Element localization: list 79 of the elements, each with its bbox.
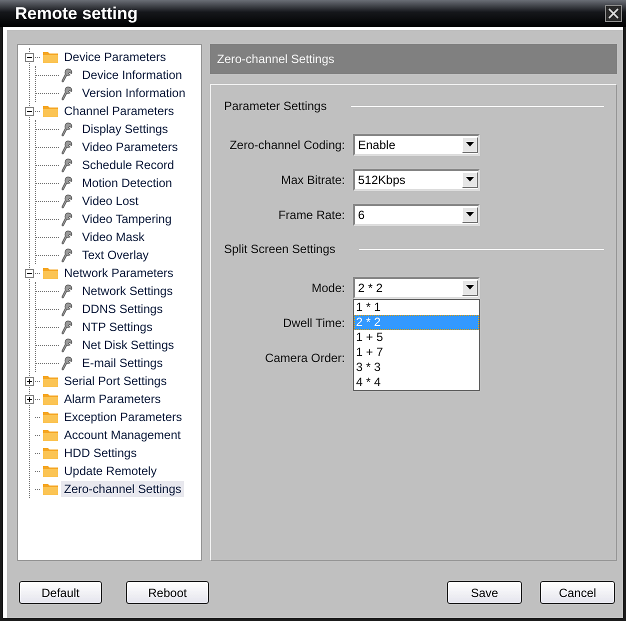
folder-icon bbox=[42, 104, 59, 118]
collapse-icon[interactable] bbox=[25, 268, 34, 278]
tree-item[interactable]: Video Parameters bbox=[79, 139, 181, 155]
collapse-icon[interactable] bbox=[25, 52, 34, 62]
tree-item[interactable]: Account Management bbox=[61, 427, 184, 443]
wrench-icon bbox=[61, 122, 73, 136]
tree-item[interactable]: Video Tampering bbox=[79, 211, 175, 227]
panel-title: Zero-channel Settings bbox=[217, 52, 334, 66]
dialog-button[interactable]: Default bbox=[19, 581, 102, 604]
tree-item[interactable]: Schedule Record bbox=[79, 157, 178, 173]
tree-item[interactable]: DDNS Settings bbox=[79, 301, 166, 317]
tree-item[interactable]: Exception Parameters bbox=[61, 409, 186, 425]
tree-item[interactable]: Update Remotely bbox=[61, 463, 160, 479]
dropdown[interactable]: Enable bbox=[353, 134, 480, 156]
section-title: Parameter Settings bbox=[224, 99, 327, 113]
tree-item[interactable]: Version Information bbox=[79, 85, 188, 101]
tree-item[interactable]: Alarm Parameters bbox=[61, 391, 164, 407]
folder-icon bbox=[42, 464, 59, 478]
tree-item[interactable]: Net Disk Settings bbox=[79, 337, 178, 353]
folder-icon bbox=[42, 410, 59, 424]
field-label: Camera Order: bbox=[264, 350, 345, 364]
wrench-icon bbox=[61, 320, 73, 334]
dialog-button[interactable]: Reboot bbox=[126, 581, 209, 604]
expand-icon[interactable] bbox=[25, 394, 34, 404]
folder-icon bbox=[42, 266, 59, 280]
wrench-icon bbox=[61, 356, 73, 370]
wrench-icon bbox=[61, 284, 73, 298]
tree-item[interactable]: Device Information bbox=[79, 67, 186, 83]
dialog-button[interactable]: Cancel bbox=[540, 581, 615, 604]
dropdown[interactable]: 512Kbps bbox=[353, 168, 480, 190]
field-label: Dwell Time: bbox=[282, 316, 345, 330]
dropdown-option[interactable]: 1 + 5 bbox=[354, 330, 479, 344]
wrench-icon bbox=[61, 176, 73, 190]
wrench-icon bbox=[61, 338, 73, 352]
folder-icon bbox=[42, 446, 59, 460]
folder-icon bbox=[42, 482, 59, 496]
tree-item[interactable]: Device Parameters bbox=[61, 49, 170, 65]
wrench-icon bbox=[61, 230, 73, 244]
wrench-icon bbox=[61, 68, 73, 82]
collapse-icon[interactable] bbox=[25, 106, 34, 116]
field-label: Frame Rate: bbox=[277, 208, 345, 222]
tree-item[interactable]: Channel Parameters bbox=[61, 103, 178, 119]
tree-item[interactable]: HDD Settings bbox=[61, 445, 140, 461]
wrench-icon bbox=[61, 86, 73, 100]
dropdown-option[interactable]: 4 * 4 bbox=[354, 374, 479, 390]
wrench-icon bbox=[61, 302, 73, 316]
wrench-icon bbox=[61, 212, 73, 226]
tree-item[interactable]: Network Settings bbox=[79, 283, 176, 299]
tree-item[interactable]: Motion Detection bbox=[79, 175, 176, 191]
dropdown-option[interactable]: 1 * 1 bbox=[354, 300, 479, 314]
tree-item[interactable]: Text Overlay bbox=[79, 247, 152, 263]
expand-icon[interactable] bbox=[25, 376, 34, 386]
tree-item[interactable]: Network Parameters bbox=[61, 265, 176, 281]
section-title: Split Screen Settings bbox=[224, 242, 336, 256]
close-icon[interactable] bbox=[605, 5, 622, 22]
wrench-icon bbox=[61, 140, 73, 154]
folder-icon bbox=[42, 428, 59, 442]
dialog-button[interactable]: Save bbox=[447, 581, 522, 604]
dropdown[interactable]: 6 bbox=[353, 204, 480, 226]
tree-item[interactable]: NTP Settings bbox=[79, 319, 156, 335]
dropdown[interactable]: 2 * 2 bbox=[353, 276, 480, 298]
wrench-icon bbox=[61, 194, 73, 208]
tree-item[interactable]: Video Mask bbox=[79, 229, 148, 245]
wrench-icon bbox=[61, 248, 73, 262]
dropdown-option[interactable]: 1 + 7 bbox=[354, 344, 479, 360]
field-label: Max Bitrate: bbox=[280, 172, 345, 186]
wrench-icon bbox=[61, 158, 73, 172]
tree-item[interactable]: Video Lost bbox=[79, 193, 142, 209]
window-title: Remote setting bbox=[15, 4, 138, 24]
dropdown-option[interactable]: 3 * 3 bbox=[354, 360, 479, 374]
tree-item[interactable]: Display Settings bbox=[79, 121, 172, 137]
tree-item[interactable]: Serial Port Settings bbox=[61, 373, 170, 389]
tree-item[interactable]: E-mail Settings bbox=[79, 355, 166, 371]
field-label: Mode: bbox=[310, 280, 345, 294]
field-label: Zero-channel Coding: bbox=[228, 138, 345, 152]
folder-icon bbox=[42, 392, 59, 406]
tree-item[interactable]: Zero-channel Settings bbox=[61, 481, 184, 497]
folder-icon bbox=[42, 50, 59, 64]
folder-icon bbox=[42, 374, 59, 388]
